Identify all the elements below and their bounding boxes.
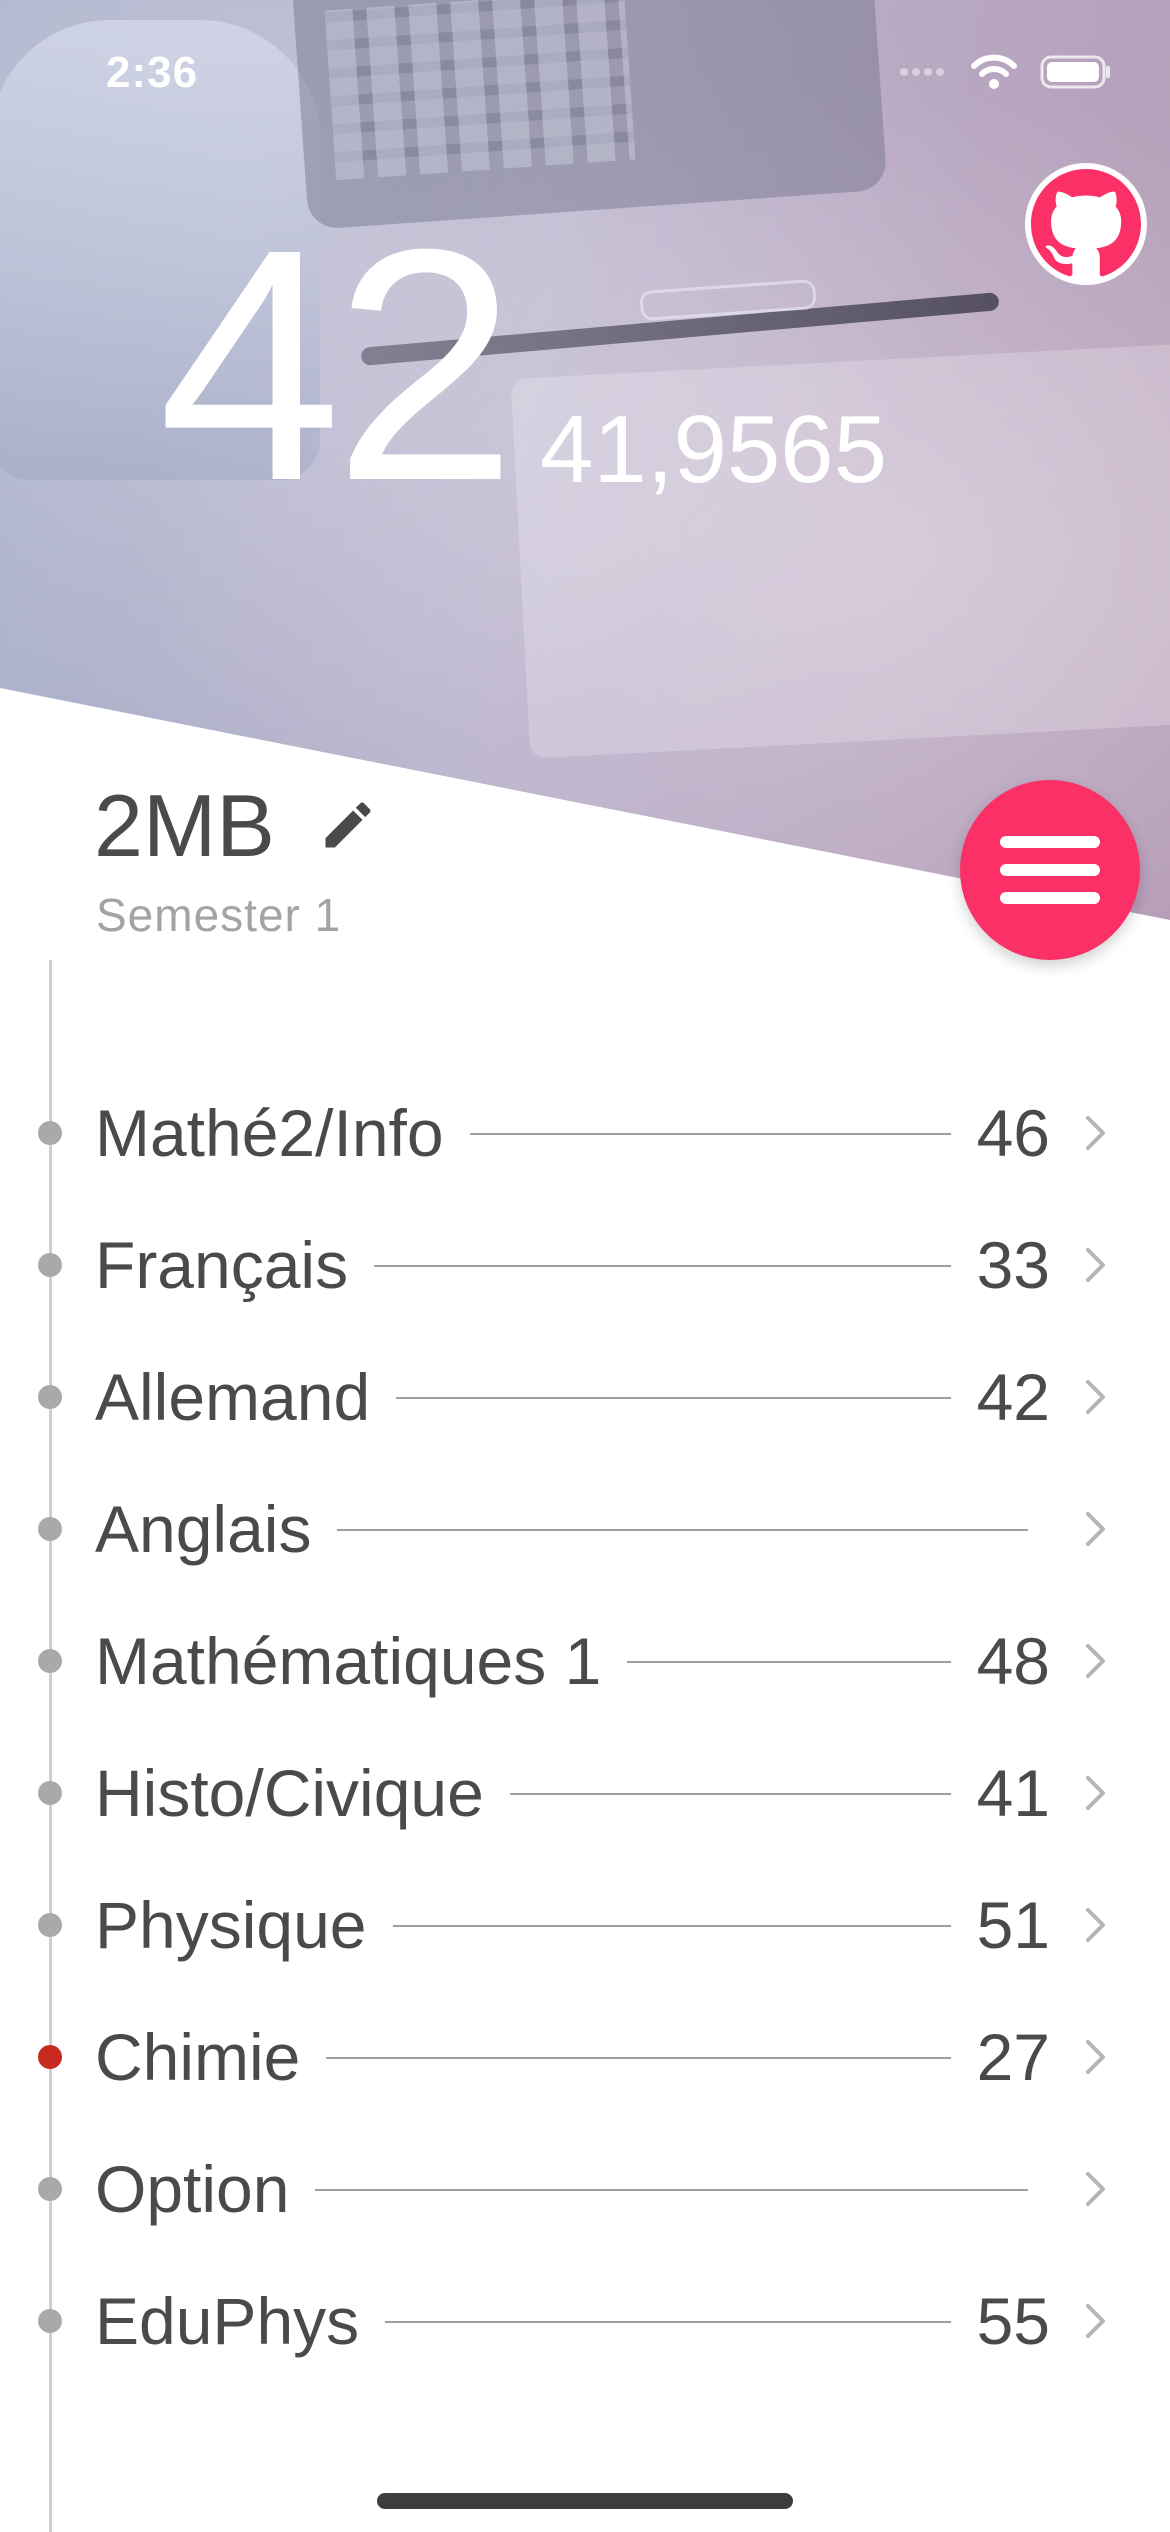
pencil-icon[interactable] bbox=[318, 795, 378, 855]
signal-icon bbox=[900, 68, 944, 76]
subject-leader-line bbox=[627, 1661, 951, 1663]
timeline-alert-dot bbox=[38, 2045, 62, 2069]
chevron-right-icon bbox=[1086, 1380, 1105, 1414]
chevron-right-icon bbox=[1086, 2172, 1105, 2206]
subject-row[interactable]: Chimie 27 bbox=[0, 1989, 1170, 2121]
subject-grade: 48 bbox=[976, 1624, 1050, 1698]
github-button[interactable] bbox=[1025, 163, 1147, 285]
timeline-dot bbox=[38, 1517, 62, 1541]
subject-row[interactable]: Option bbox=[0, 2121, 1170, 2253]
subject-leader-line bbox=[469, 1133, 951, 1135]
subject-row[interactable]: Français 33 bbox=[0, 1197, 1170, 1329]
background-keyboard bbox=[324, 0, 636, 181]
subject-leader-line bbox=[396, 1397, 951, 1399]
subject-name: Mathé2/Info bbox=[95, 1096, 444, 1170]
hamburger-icon-bar-middle bbox=[1000, 864, 1100, 876]
subject-row[interactable]: Mathématiques 1 48 bbox=[0, 1593, 1170, 1725]
subject-grade: 46 bbox=[976, 1096, 1050, 1170]
timeline-dot bbox=[38, 1649, 62, 1673]
subject-name: Option bbox=[95, 2152, 290, 2226]
subject-name: EduPhys bbox=[95, 2284, 360, 2358]
timeline-dot bbox=[38, 1913, 62, 1937]
overall-grade: 42 bbox=[158, 180, 517, 549]
subject-leader-line bbox=[315, 2189, 1028, 2191]
chevron-right-icon bbox=[1086, 1908, 1105, 1942]
subject-leader-line bbox=[509, 1793, 951, 1795]
timeline-dot bbox=[38, 1385, 62, 1409]
chevron-right-icon bbox=[1086, 1644, 1105, 1678]
subject-grade: 33 bbox=[976, 1228, 1050, 1302]
chevron-right-icon bbox=[1086, 1116, 1105, 1150]
overall-average: 41,9565 bbox=[540, 396, 888, 503]
subject-row[interactable]: Anglais bbox=[0, 1461, 1170, 1593]
home-indicator[interactable] bbox=[377, 2493, 793, 2509]
status-time: 2:36 bbox=[106, 48, 199, 97]
timeline-dot bbox=[38, 2177, 62, 2201]
battery-icon bbox=[1040, 55, 1110, 89]
subject-leader-line bbox=[385, 2321, 951, 2323]
chevron-right-icon bbox=[1086, 1248, 1105, 1282]
subject-row[interactable]: Histo/Civique 41 bbox=[0, 1725, 1170, 1857]
subject-grade: 51 bbox=[976, 1888, 1050, 1962]
github-icon bbox=[1031, 169, 1141, 277]
chevron-right-icon bbox=[1086, 2304, 1105, 2338]
subject-name: Histo/Civique bbox=[95, 1756, 484, 1830]
class-title: 2MB bbox=[94, 776, 275, 875]
chevron-right-icon bbox=[1086, 1776, 1105, 1810]
subject-grade: 41 bbox=[976, 1756, 1050, 1830]
wifi-icon bbox=[971, 54, 1017, 89]
timeline-dot bbox=[38, 2309, 62, 2333]
subject-name: Physique bbox=[95, 1888, 367, 1962]
subject-name: Mathématiques 1 bbox=[95, 1624, 602, 1698]
subject-leader-line bbox=[392, 1925, 951, 1927]
subject-name: Chimie bbox=[95, 2020, 301, 2094]
semester-label: Semester 1 bbox=[96, 889, 342, 941]
subject-leader-line bbox=[374, 1265, 951, 1267]
chevron-right-icon bbox=[1086, 2040, 1105, 2074]
subject-row[interactable]: Allemand 42 bbox=[0, 1329, 1170, 1461]
hamburger-icon-bar-bottom bbox=[1000, 892, 1100, 904]
subject-leader-line bbox=[326, 2057, 951, 2059]
subject-row[interactable]: EduPhys 55 bbox=[0, 2253, 1170, 2385]
subject-grade: 55 bbox=[976, 2284, 1050, 2358]
subject-name: Anglais bbox=[95, 1492, 312, 1566]
status-icons bbox=[898, 54, 1112, 90]
subject-row[interactable]: Physique 51 bbox=[0, 1857, 1170, 1989]
subject-leader-line bbox=[337, 1529, 1028, 1531]
subject-row[interactable]: Mathé2/Info 46 bbox=[0, 1065, 1170, 1197]
subject-grade: 42 bbox=[976, 1360, 1050, 1434]
subject-name: Allemand bbox=[95, 1360, 371, 1434]
hamburger-icon-bar-top bbox=[1000, 836, 1100, 848]
timeline-dot bbox=[38, 1253, 62, 1277]
timeline-dot bbox=[38, 1781, 62, 1805]
timeline-dot bbox=[38, 1121, 62, 1145]
chevron-right-icon bbox=[1086, 1512, 1105, 1546]
subject-grade: 27 bbox=[976, 2020, 1050, 2094]
menu-button[interactable] bbox=[960, 780, 1140, 960]
subject-name: Français bbox=[95, 1228, 349, 1302]
